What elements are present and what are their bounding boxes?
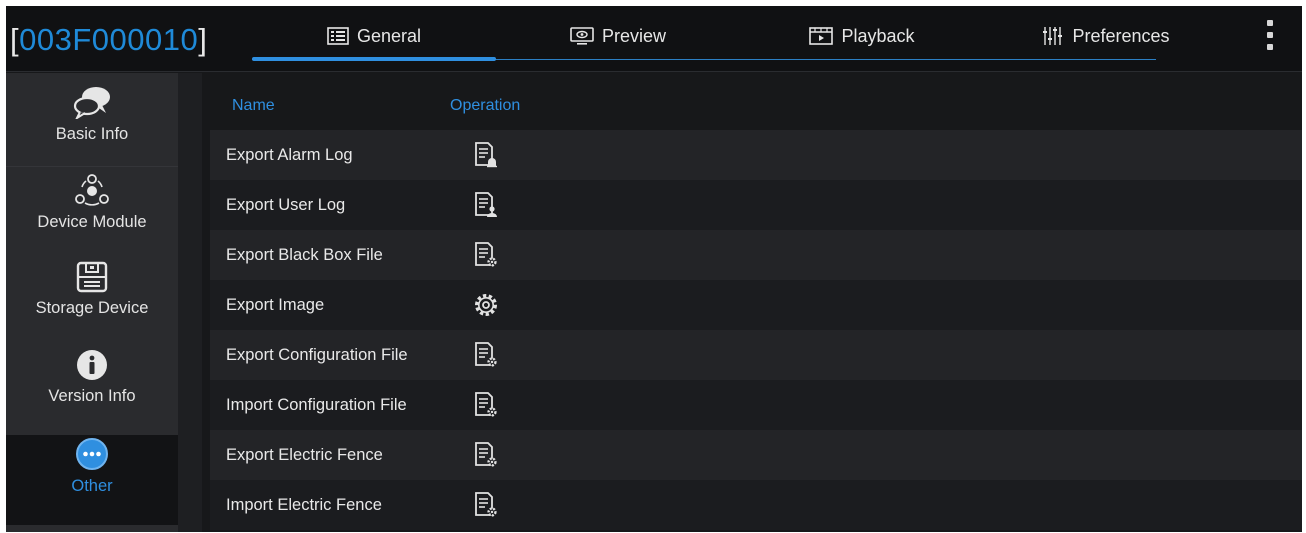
row-name: Import Configuration File (226, 395, 407, 414)
sidebar-item-label: Device Module (37, 213, 147, 231)
tab-active-indicator (252, 57, 496, 61)
tab-playback-label: Playback (841, 25, 915, 46)
tab-general-label: General (356, 25, 422, 46)
sidebar-item-version-info[interactable]: Version Info (6, 345, 178, 433)
document-gear-icon[interactable] (472, 240, 500, 270)
document-gear-icon[interactable] (472, 440, 500, 470)
tab-playback[interactable]: Playback (740, 6, 984, 66)
chat-bubbles-icon (72, 83, 112, 119)
table-row: Import Electric Fence (210, 480, 1302, 530)
row-name: Export Electric Fence (226, 445, 383, 464)
sidebar-item-basic-info[interactable]: Basic Info (6, 83, 178, 167)
list-panel-icon (327, 27, 349, 45)
sidebar-item-label: Version Info (48, 387, 136, 405)
row-name: Export User Log (226, 195, 346, 214)
sliders-icon (1042, 26, 1064, 46)
tab-preferences-label: Preferences (1072, 25, 1170, 46)
sidebar-item-label: Other (71, 477, 113, 495)
row-name: Import Electric Fence (226, 495, 382, 514)
monitor-icon (570, 27, 594, 45)
bracket-open: [ (10, 22, 20, 57)
table-row: Import Configuration File (210, 380, 1302, 430)
table-row: Export Alarm Log (210, 130, 1302, 180)
module-cluster-icon (73, 171, 111, 207)
document-gear-icon[interactable] (472, 340, 500, 370)
sidebar-item-other[interactable]: Other (6, 435, 178, 525)
info-circle-icon (76, 345, 108, 381)
row-name: Export Alarm Log (226, 145, 353, 164)
row-name: Export Configuration File (226, 345, 408, 364)
table-row: Export Black Box File (210, 230, 1302, 280)
vertical-ellipsis-icon[interactable] (1260, 20, 1280, 50)
tab-preferences[interactable]: Preferences (984, 6, 1228, 66)
sidebar: Basic Info Device Module Storage Device … (6, 73, 178, 532)
sidebar-item-storage-device[interactable]: Storage Device (6, 257, 178, 345)
bracket-close: ] (198, 22, 208, 57)
sidebar-item-label: Storage Device (35, 299, 149, 317)
app-window: [ 003F000010 ] General Preview Playback (6, 6, 1302, 532)
tab-preview-label: Preview (601, 25, 667, 46)
gear-icon[interactable] (472, 290, 500, 320)
operations-table: Name Operation Export Alarm Log Export U… (202, 73, 1302, 532)
document-gear-icon[interactable] (472, 490, 500, 520)
sidebar-divider (178, 73, 202, 532)
row-name: Export Black Box File (226, 245, 383, 264)
film-icon (809, 27, 834, 45)
sidebar-item-label: Basic Info (55, 125, 129, 143)
table-row: Export Electric Fence (210, 430, 1302, 480)
document-gear-icon[interactable] (472, 390, 500, 420)
document-user-icon[interactable] (472, 190, 500, 220)
tab-preview[interactable]: Preview (496, 6, 740, 66)
row-name: Export Image (226, 295, 325, 314)
more-circle-icon (75, 435, 109, 471)
column-header-name: Name (232, 97, 275, 114)
top-bar: [ 003F000010 ] General Preview Playback (6, 6, 1302, 72)
sidebar-item-device-module[interactable]: Device Module (6, 171, 178, 257)
table-row: Export Configuration File (210, 330, 1302, 380)
device-id-value: 003F000010 (19, 22, 199, 57)
document-alarm-icon[interactable] (472, 140, 500, 170)
device-id-label: [ 003F000010 ] (10, 18, 207, 62)
floppy-disk-icon (76, 257, 108, 293)
table-row: Export User Log (210, 180, 1302, 230)
table-row: Export Image (210, 280, 1302, 330)
table-header: Name Operation (202, 73, 1302, 129)
column-header-operation: Operation (450, 97, 521, 114)
